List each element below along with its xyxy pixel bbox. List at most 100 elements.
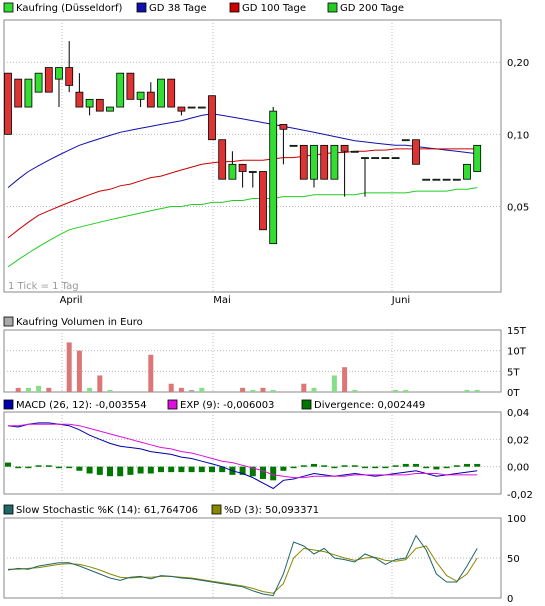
legend-exp: EXP (9): -0,006003	[180, 400, 274, 411]
stoch-y-tick: 100	[507, 514, 526, 525]
candle-body	[167, 78, 176, 108]
divergence-bar	[76, 466, 83, 471]
legend-gd100: GD 100 Tage	[242, 3, 306, 14]
legend-swatch-gd200	[327, 2, 338, 13]
volume-bar	[107, 389, 113, 392]
divergence-bar	[362, 466, 368, 469]
divergence-bar	[5, 462, 11, 467]
legend-swatch-macd	[3, 399, 14, 410]
volume-bar	[76, 350, 82, 392]
candle-body	[218, 139, 227, 180]
divergence-bar	[382, 466, 389, 469]
volume-bar	[25, 387, 31, 392]
candle-body	[116, 72, 125, 108]
volume-bar	[178, 387, 184, 392]
divergence-bar	[372, 466, 379, 469]
candle-body	[289, 144, 298, 147]
legend-swatch-exp	[167, 399, 178, 410]
candle-body	[187, 106, 196, 109]
divergence-bar	[443, 466, 450, 469]
legend-slow-d: %D (3): 50,093371	[224, 505, 319, 516]
candle-body	[350, 150, 359, 153]
price-panel-frame	[3, 19, 502, 293]
divergence-bar	[127, 466, 134, 475]
divergence-bar	[280, 466, 287, 471]
candle-body	[442, 178, 451, 181]
volume-y-tick: 15T	[507, 326, 527, 337]
legend-macd: MACD (26, 12): -0,003554	[16, 400, 147, 411]
candle-body	[259, 171, 267, 231]
legend-divergence: Divergence: 0,002449	[314, 400, 425, 411]
divergence-bar	[117, 466, 124, 477]
candle-body	[14, 78, 23, 108]
candle-body	[279, 124, 288, 130]
legend-volume: Kaufring Volumen in Euro	[16, 317, 143, 328]
volume-bar	[199, 387, 205, 392]
divergence-bar	[321, 465, 328, 467]
volume-bar	[331, 375, 337, 392]
stoch-y-tick: 0	[507, 594, 513, 605]
legend-swatch-gd38	[136, 2, 147, 13]
volume-legend: Kaufring Volumen in Euro	[3, 316, 143, 328]
candle-body	[146, 91, 155, 108]
divergence-bar	[341, 465, 348, 467]
divergence-bar	[96, 466, 103, 475]
divergence-bar	[474, 463, 481, 467]
candle-body	[422, 178, 431, 181]
divergence-bar	[433, 466, 440, 470]
volume-y-tick: 5T	[507, 367, 520, 378]
legend-swatch-volume	[3, 316, 14, 327]
macd-y-tick: -0,02	[507, 490, 533, 501]
volume-y-tick: 10T	[507, 347, 527, 358]
divergence-bar	[260, 466, 266, 479]
x-tick-label: Mai	[213, 295, 231, 306]
candle-body	[391, 157, 400, 160]
candle-body	[157, 78, 165, 108]
divergence-bar	[86, 466, 93, 474]
volume-bar	[260, 387, 266, 392]
candle-body	[473, 144, 482, 172]
volume-bar	[352, 389, 358, 392]
candle-body	[371, 157, 380, 160]
legend-swatch-slow-d	[211, 504, 222, 515]
candle-body	[65, 67, 74, 86]
divergence-bar	[290, 466, 297, 469]
legend-swatch-gd100	[229, 2, 240, 13]
divergence-bar	[464, 463, 470, 467]
candle-body	[75, 91, 84, 108]
divergence-bar	[300, 465, 307, 467]
legend-gd200: GD 200 Tage	[340, 3, 404, 14]
candle-body	[44, 67, 53, 93]
candle-body	[106, 106, 114, 112]
candle-body	[34, 72, 43, 93]
divergence-bar	[35, 465, 42, 467]
stoch-y-tick: 50	[507, 554, 520, 565]
divergence-bar	[66, 466, 73, 469]
volume-bar	[66, 342, 72, 392]
price-y-tick: 0,05	[507, 203, 529, 214]
volume-bar	[148, 354, 154, 392]
macd-y-tick: 0,04	[507, 408, 529, 419]
legend-swatch-kaufring	[3, 2, 14, 13]
candle-body	[361, 157, 369, 160]
candle-body	[432, 178, 441, 181]
candle-body	[381, 157, 390, 160]
x-tick-label: April	[60, 295, 83, 306]
candle-body	[136, 91, 145, 100]
divergence-bar	[178, 466, 185, 473]
divergence-bar	[188, 466, 195, 473]
divergence-bar	[392, 465, 399, 467]
macd-panel-frame	[3, 411, 502, 495]
chart-canvas: April Mai Juni 0,20 0,10 0,05 15T 10T 5T 0T 0,04 0,…	[0, 0, 545, 606]
candle-body	[177, 106, 186, 112]
x-tick-label: Juni	[391, 295, 410, 306]
divergence-bar	[270, 466, 277, 481]
volume-bar	[393, 389, 399, 392]
volume-bar	[168, 383, 174, 392]
divergence-bar	[351, 465, 358, 467]
macd-legend: MACD (26, 12): -0,003554 EXP (9): -0,006…	[3, 399, 425, 411]
divergence-bar	[15, 466, 22, 469]
candle-body	[310, 144, 318, 180]
candle-body	[269, 110, 278, 245]
volume-bar	[189, 389, 195, 392]
